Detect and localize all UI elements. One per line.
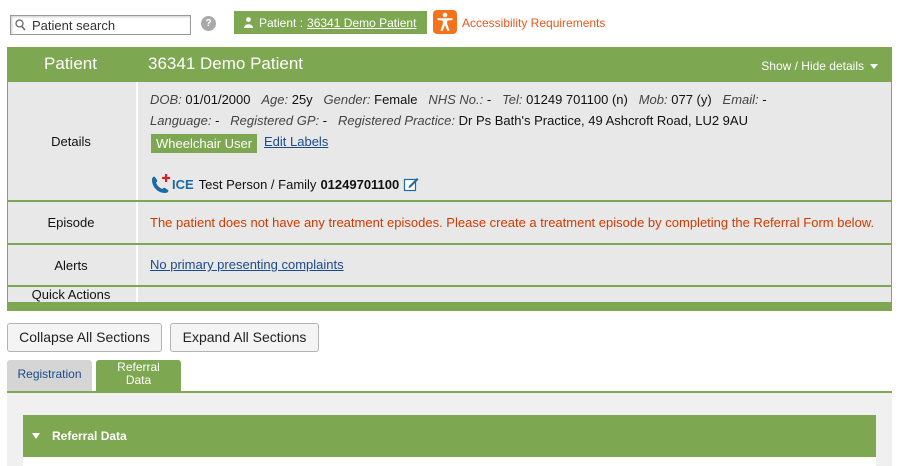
wheelchair-user-badge: Wheelchair User	[151, 134, 258, 153]
ice-contact-name: Test Person / Family	[198, 176, 317, 192]
tab-referral-line-1: Referral	[117, 360, 160, 374]
expand-all-button[interactable]: Expand All Sections	[170, 323, 319, 352]
tel-label: Tel:	[502, 92, 523, 107]
person-icon	[244, 17, 253, 28]
gp-value: -	[322, 113, 328, 128]
section-title: Referral Data	[52, 429, 127, 443]
mob-label: Mob:	[638, 92, 668, 107]
search-icon	[15, 19, 26, 31]
show-hide-label: Show / Hide details	[761, 59, 864, 73]
mob-value: 077 (y)	[671, 92, 712, 107]
patient-pill-prefix: Patient :	[259, 15, 304, 30]
accessibility-icon[interactable]	[433, 10, 457, 34]
emergency-phone-icon	[152, 174, 171, 193]
ice-label: ICE	[172, 176, 194, 192]
alerts-row: Alerts No primary presenting complaints	[8, 245, 891, 285]
nhs-value: -	[486, 92, 492, 107]
email-value: -	[762, 92, 767, 107]
age-value: 25y	[291, 92, 313, 107]
demographics-line-2: Language: - Registered GP: - Registered …	[150, 113, 748, 128]
age-label: Age:	[261, 92, 289, 107]
practice-label: Registered Practice:	[337, 113, 456, 128]
show-hide-details-toggle[interactable]: Show / Hide details	[761, 59, 878, 73]
patient-pill-link[interactable]: 36341 Demo Patient	[307, 16, 416, 30]
ice-contact-phone: 01249701100	[320, 176, 400, 192]
dob-label: DOB:	[150, 92, 182, 107]
demographics-line-1: DOB: 01/01/2000 Age: 25y Gender: Female …	[150, 92, 767, 107]
help-icon[interactable]: ?	[201, 16, 216, 31]
ice-contact: ICE Test Person / Family 01249701100	[150, 173, 419, 195]
referral-data-section-header[interactable]: Referral Data	[23, 415, 876, 457]
tel-value: 01249 701100 (n)	[526, 92, 628, 107]
episode-value: The patient does not have any treatment …	[136, 202, 891, 243]
quick-actions-value	[136, 287, 891, 302]
gender-value: Female	[374, 92, 418, 107]
practice-value: Dr Ps Bath's Practice, 49 Ashcroft Road,…	[458, 113, 748, 128]
collapse-all-button[interactable]: Collapse All Sections	[7, 323, 162, 352]
patient-name-title: 36341 Demo Patient	[148, 54, 303, 73]
alerts-label: Alerts	[54, 257, 88, 273]
quick-actions-label: Quick Actions	[31, 287, 111, 302]
chevron-down-icon	[870, 63, 878, 69]
collapse-triangle-icon	[32, 433, 40, 439]
language-value: -	[215, 113, 220, 128]
episode-label: Episode	[47, 215, 95, 230]
tab-referral-data[interactable]: Referral Data	[96, 360, 181, 392]
dob-value: 01/01/2000	[185, 92, 251, 107]
patient-search-input[interactable]	[32, 17, 182, 33]
language-label: Language:	[150, 113, 212, 128]
tab-referral-line-2: Data	[125, 373, 152, 387]
gp-label: Registered GP:	[230, 113, 320, 128]
referral-data-section-body	[23, 457, 876, 466]
nhs-label: NHS No.:	[428, 92, 484, 107]
accessibility-requirements-link[interactable]: Accessibility Requirements	[462, 16, 605, 30]
edit-icon[interactable]	[403, 176, 419, 192]
details-row: Details DOB: 01/01/2000 Age: 25y Gender:…	[8, 82, 891, 200]
details-label: Details	[51, 133, 91, 149]
tab-registration[interactable]: Registration	[7, 360, 92, 392]
patient-header-label: Patient	[44, 54, 97, 73]
edit-labels-link[interactable]: Edit Labels	[264, 134, 328, 149]
gender-label: Gender:	[323, 92, 371, 107]
episode-warning: The patient does not have any treatment …	[150, 215, 875, 230]
presenting-complaints-link[interactable]: No primary presenting complaints	[150, 257, 344, 272]
quick-actions-row: Quick Actions	[8, 287, 891, 302]
patient-search-box[interactable]	[10, 15, 191, 35]
details-value: DOB: 01/01/2000 Age: 25y Gender: Female …	[136, 82, 891, 200]
current-patient-pill: Patient : 36341 Demo Patient	[234, 11, 427, 34]
alerts-value: No primary presenting complaints	[136, 245, 891, 285]
episode-row: Episode The patient does not have any tr…	[8, 202, 891, 243]
patient-panel: Patient 36341 Demo Patient Show / Hide d…	[7, 47, 892, 311]
email-label: Email:	[722, 92, 759, 107]
